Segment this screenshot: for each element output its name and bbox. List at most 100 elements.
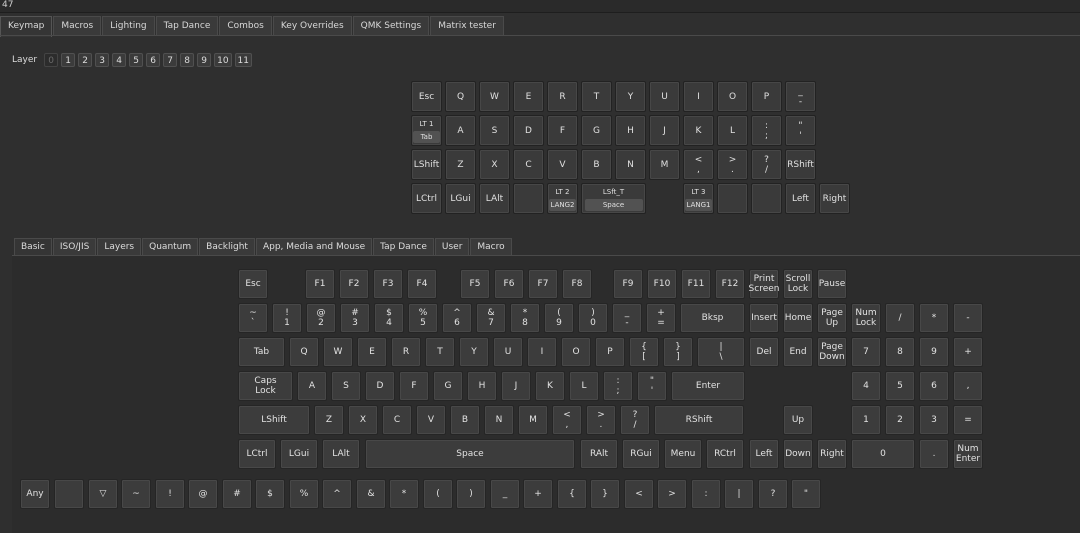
keycode-2[interactable]: @2 bbox=[306, 303, 336, 333]
keycode-lctrl[interactable]: LCtrl bbox=[238, 439, 276, 469]
keycode-n[interactable]: N bbox=[484, 405, 514, 435]
keycode-lshift[interactable]: LShift bbox=[238, 405, 310, 435]
keycode-symbol[interactable]: * bbox=[919, 303, 949, 333]
keycode-f11[interactable]: F11 bbox=[681, 269, 711, 299]
keycode-tab[interactable]: Tab bbox=[238, 337, 285, 367]
keycode-symbol[interactable]: | \ bbox=[697, 337, 745, 367]
keycode-lgui[interactable]: LGui bbox=[280, 439, 318, 469]
keycode-symbol[interactable]: | bbox=[724, 479, 754, 509]
keymap-key-z[interactable]: Z bbox=[445, 149, 476, 180]
keycode-q[interactable]: Q bbox=[289, 337, 319, 367]
layer-button-6[interactable]: 6 bbox=[146, 53, 161, 67]
keymap-key-w[interactable]: W bbox=[479, 81, 510, 112]
keycode-symbol[interactable]: > bbox=[657, 479, 687, 509]
keycode-f2[interactable]: F2 bbox=[339, 269, 369, 299]
keycode-f6[interactable]: F6 bbox=[494, 269, 524, 299]
keycode-lalt[interactable]: LAlt bbox=[322, 439, 360, 469]
keycode-symbol[interactable]: ? bbox=[758, 479, 788, 509]
keycode-symbol[interactable]: ▽ bbox=[88, 479, 118, 509]
keycode-esc[interactable]: Esc bbox=[238, 269, 268, 299]
keycode-any[interactable]: Any bbox=[20, 479, 50, 509]
keycode-scroll-lock[interactable]: Scroll Lock bbox=[783, 269, 813, 299]
keycode-symbol[interactable]: & bbox=[356, 479, 386, 509]
keycode-f12[interactable]: F12 bbox=[715, 269, 745, 299]
keymap-key-b[interactable]: B bbox=[581, 149, 612, 180]
layer-button-2[interactable]: 2 bbox=[78, 53, 93, 67]
keycode-pause[interactable]: Pause bbox=[817, 269, 847, 299]
keymap-key-blank[interactable] bbox=[751, 183, 782, 214]
keycode-o[interactable]: O bbox=[561, 337, 591, 367]
layer-button-5[interactable]: 5 bbox=[129, 53, 144, 67]
keycode-down[interactable]: Down bbox=[783, 439, 813, 469]
keycode-tab-backlight[interactable]: Backlight bbox=[199, 238, 255, 255]
keymap-key-g[interactable]: G bbox=[581, 115, 612, 146]
keycode-symbol[interactable]: + = bbox=[646, 303, 676, 333]
keymap-key-lctrl[interactable]: LCtrl bbox=[411, 183, 442, 214]
keymap-key-i[interactable]: I bbox=[683, 81, 714, 112]
keycode-rgui[interactable]: RGui bbox=[622, 439, 660, 469]
keycode-f8[interactable]: F8 bbox=[562, 269, 592, 299]
keycode-i[interactable]: I bbox=[527, 337, 557, 367]
keycode-f1[interactable]: F1 bbox=[305, 269, 335, 299]
keycode-f10[interactable]: F10 bbox=[647, 269, 677, 299]
keycode-1[interactable]: ! 1 bbox=[272, 303, 302, 333]
keycode-y[interactable]: Y bbox=[459, 337, 489, 367]
keycode-t[interactable]: T bbox=[425, 337, 455, 367]
keymap-key-x[interactable]: X bbox=[479, 149, 510, 180]
keycode-symbol[interactable]: < bbox=[624, 479, 654, 509]
tab-lighting[interactable]: Lighting bbox=[102, 16, 155, 35]
keymap-key-r[interactable]: R bbox=[547, 81, 578, 112]
keycode-symbol[interactable]: , bbox=[953, 371, 983, 401]
keycode-9[interactable]: (9 bbox=[544, 303, 574, 333]
keycode-tab-iso-jis[interactable]: ISO/JIS bbox=[52, 238, 97, 255]
layer-button-9[interactable]: 9 bbox=[197, 53, 212, 67]
keycode-left[interactable]: Left bbox=[749, 439, 779, 469]
keymap-key-d[interactable]: D bbox=[513, 115, 544, 146]
layer-button-11[interactable]: 11 bbox=[234, 53, 252, 67]
keymap-key-symbol[interactable]: <, bbox=[683, 149, 714, 180]
keycode-g[interactable]: G bbox=[433, 371, 463, 401]
keycode-symbol[interactable]: }] bbox=[663, 337, 693, 367]
keycode-enter[interactable]: Enter bbox=[671, 371, 745, 401]
keymap-key-lt-1-tab[interactable]: LT 1 Tab bbox=[411, 115, 442, 146]
keycode-symbol[interactable]: + bbox=[953, 337, 983, 367]
keymap-key-a[interactable]: A bbox=[445, 115, 476, 146]
keymap-key-q[interactable]: Q bbox=[445, 81, 476, 112]
keycode-symbol[interactable]: {[ bbox=[629, 337, 659, 367]
keycode-4[interactable]: $4 bbox=[374, 303, 404, 333]
keymap-key-y[interactable]: Y bbox=[615, 81, 646, 112]
keycode-symbol[interactable]: ~ bbox=[121, 479, 151, 509]
keycode-2[interactable]: 2 bbox=[885, 405, 915, 435]
keycode-symbol[interactable]: - bbox=[953, 303, 983, 333]
keycode-f3[interactable]: F3 bbox=[373, 269, 403, 299]
keycode-ralt[interactable]: RAlt bbox=[580, 439, 618, 469]
keycode-6[interactable]: 6 bbox=[919, 371, 949, 401]
keymap-key-lt-3-lang1[interactable]: LT 3 LANG1 bbox=[683, 183, 714, 214]
keymap-key-l[interactable]: L bbox=[717, 115, 748, 146]
keycode-tab-macro[interactable]: Macro bbox=[470, 238, 512, 255]
keycode-v[interactable]: V bbox=[416, 405, 446, 435]
keymap-key-n[interactable]: N bbox=[615, 149, 646, 180]
layer-button-8[interactable]: 8 bbox=[180, 53, 195, 67]
keycode-5[interactable]: 5 bbox=[885, 371, 915, 401]
keycode-tab-app-media-and-mouse[interactable]: App, Media and Mouse bbox=[255, 238, 373, 255]
keycode-insert[interactable]: Insert bbox=[749, 303, 779, 333]
keymap-key-symbol[interactable]: >. bbox=[717, 149, 748, 180]
keymap-key-u[interactable]: U bbox=[649, 81, 680, 112]
tab-qmk-settings[interactable]: QMK Settings bbox=[352, 16, 430, 35]
keycode-w[interactable]: W bbox=[323, 337, 353, 367]
keymap-key-symbol[interactable]: ? / bbox=[751, 149, 782, 180]
keycode-symbol[interactable]: " ' bbox=[637, 371, 667, 401]
keycode-x[interactable]: X bbox=[348, 405, 378, 435]
keymap-key-t[interactable]: T bbox=[581, 81, 612, 112]
keycode-7[interactable]: 7 bbox=[851, 337, 881, 367]
keymap-key-o[interactable]: O bbox=[717, 81, 748, 112]
tab-key-overrides[interactable]: Key Overrides bbox=[272, 16, 352, 35]
keymap-key-blank[interactable] bbox=[513, 183, 544, 214]
keycode-f7[interactable]: F7 bbox=[528, 269, 558, 299]
keycode-0[interactable]: ) 0 bbox=[578, 303, 608, 333]
keycode-symbol[interactable]: ? / bbox=[620, 405, 650, 435]
keycode-0[interactable]: 0 bbox=[851, 439, 915, 469]
layer-button-4[interactable]: 4 bbox=[112, 53, 127, 67]
keymap-key-symbol[interactable]: :; bbox=[751, 115, 782, 146]
